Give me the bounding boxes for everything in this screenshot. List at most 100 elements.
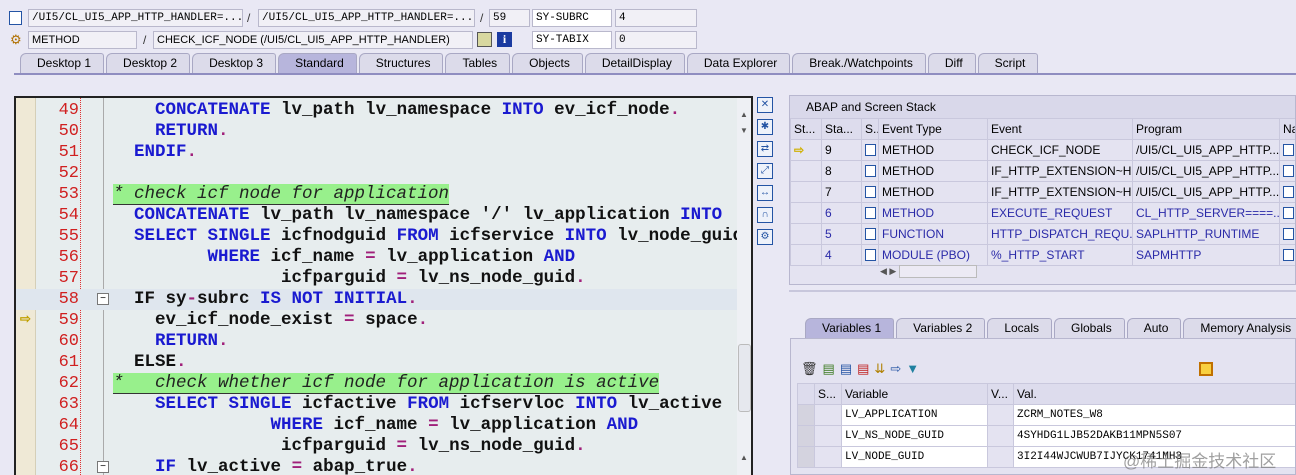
editor-vertical-scrollbar[interactable]: ▲ ▼ ▲ <box>737 98 751 475</box>
delete-row-icon[interactable]: ▤ <box>857 361 874 376</box>
stack-column-header[interactable]: Program <box>1132 118 1280 140</box>
stack-current-cell <box>790 223 822 245</box>
fit-width-icon[interactable]: ↔ <box>757 185 773 201</box>
row-selector[interactable] <box>797 404 815 426</box>
code-line: 53 * check icf node for application <box>16 184 751 205</box>
maximize-icon[interactable]: ⤢ <box>757 163 773 179</box>
sysvar-value-2[interactable]: 0 <box>615 31 697 49</box>
variable-row[interactable]: LV_APPLICATION ZCRM_NOTES_W8 <box>797 404 1295 426</box>
stack-column-header[interactable]: St... <box>790 118 822 140</box>
tab-break-watchpoints[interactable]: Break./Watchpoints <box>792 53 926 73</box>
transfer-icon[interactable]: ⇨ <box>890 361 906 376</box>
swap-icon[interactable]: ⇄ <box>757 141 773 157</box>
stack-row[interactable]: 7 METHOD IF_HTTP_EXTENSION~H.../UI5/CL_UI5… <box>790 181 1295 203</box>
source-doc-icon[interactable] <box>865 228 876 240</box>
tab-locals[interactable]: Locals <box>987 318 1052 338</box>
variable-name-input[interactable]: LV_NS_NODE_GUID <box>841 425 988 447</box>
code-text: ENDIF. <box>113 142 197 163</box>
tab-objects[interactable]: Objects <box>512 53 583 73</box>
source-doc-icon[interactable] <box>865 186 876 198</box>
insert-row-icon[interactable]: ▤ <box>823 361 840 376</box>
navigate-doc-icon[interactable] <box>1283 249 1294 261</box>
tab-structures[interactable]: Structures <box>358 53 444 73</box>
stack-row[interactable]: 8 METHOD IF_HTTP_EXTENSION~H.../UI5/CL_UI5… <box>790 160 1295 182</box>
tab-auto[interactable]: Auto <box>1126 318 1182 338</box>
variable-value[interactable]: ZCRM_NOTES_W8 <box>1013 404 1295 426</box>
sort-icon[interactable]: ⇊ <box>874 361 890 376</box>
tab-detaildisplay[interactable]: DetailDisplay <box>584 53 685 73</box>
stack-column-header[interactable]: Sta... <box>821 118 862 140</box>
source-doc-icon[interactable] <box>865 207 876 219</box>
stack-column-header[interactable]: Event Type <box>878 118 988 140</box>
tab-data-explorer[interactable]: Data Explorer <box>686 53 791 73</box>
tab-tables[interactable]: Tables <box>445 53 511 73</box>
variable-column-header[interactable]: V... <box>987 383 1014 405</box>
source-doc-icon[interactable] <box>865 144 876 156</box>
stack-program: SAPMHTTP <box>1132 244 1280 266</box>
variable-column-header[interactable]: Variable <box>841 383 988 405</box>
tab-standard[interactable]: Standard <box>278 53 357 73</box>
variable-name-input[interactable]: LV_NODE_GUID <box>841 446 988 468</box>
sysvar-name-1[interactable]: SY-SUBRC <box>532 9 612 27</box>
collapse-icon[interactable]: − <box>97 293 109 305</box>
stack-column-header[interactable]: Event <box>987 118 1133 140</box>
code-editor[interactable]: 49 CONCATENATE lv_path lv_namespace INTO… <box>14 96 753 475</box>
tab-desktop-2[interactable]: Desktop 2 <box>106 53 191 73</box>
tab-script[interactable]: Script <box>977 53 1039 73</box>
navigate-doc-icon[interactable] <box>1283 165 1294 177</box>
navigate-icon[interactable] <box>477 32 492 47</box>
sysvar-name-2[interactable]: SY-TABIX <box>532 31 612 49</box>
close-icon[interactable]: ✕ <box>757 97 773 113</box>
scroll-thumb[interactable] <box>738 344 751 412</box>
event-type-field[interactable]: METHOD <box>28 31 137 49</box>
navigate-doc-icon[interactable] <box>1283 186 1294 198</box>
code-line: 51 ENDIF. <box>16 142 751 163</box>
tab-variables-1[interactable]: Variables 1 <box>805 318 895 338</box>
stack-row[interactable]: 5 FUNCTION HTTP_DISPATCH_REQU... SAPLHTTP_R… <box>790 223 1295 245</box>
stack-row[interactable]: 4 MODULE (PBO) %_HTTP_START SAPMHTTP <box>790 244 1295 266</box>
headset-icon[interactable]: ∩ <box>757 207 773 223</box>
settings-icon[interactable]: ⚙ <box>757 229 773 245</box>
delete-icon[interactable]: 🗑 <box>801 361 823 376</box>
source-doc-icon[interactable] <box>865 249 876 261</box>
code-text: icfparguid = lv_ns_node_guid. <box>113 268 586 289</box>
info-icon[interactable]: i <box>497 32 512 47</box>
line-field[interactable]: 59 <box>489 9 530 27</box>
filter-icon[interactable]: ▼ <box>906 361 924 376</box>
variable-column-header[interactable]: S... <box>814 383 842 405</box>
tab-diff[interactable]: Diff <box>927 53 976 73</box>
tab-variables-2[interactable]: Variables 2 <box>896 318 986 338</box>
sysvar-value-1[interactable]: 4 <box>615 9 697 27</box>
event-field[interactable]: CHECK_ICF_NODE (/UI5/CL_UI5_APP_HTTP_HAN… <box>153 31 473 49</box>
append-row-icon[interactable]: ▤ <box>840 361 857 376</box>
tab-desktop-1[interactable]: Desktop 1 <box>20 53 105 73</box>
line-number: 63 <box>58 395 79 414</box>
variable-column-header[interactable]: Val. <box>1013 383 1295 405</box>
stack-column-header[interactable]: S.. <box>861 118 879 140</box>
stack-column-header[interactable]: Na <box>1279 118 1295 140</box>
tab-desktop-3[interactable]: Desktop 3 <box>192 53 277 73</box>
source-doc-icon[interactable] <box>865 165 876 177</box>
navigate-doc-icon[interactable] <box>1283 228 1294 240</box>
include-field[interactable]: /UI5/CL_UI5_APP_HTTP_HANDLER=... <box>258 9 475 27</box>
variable-name-input[interactable]: LV_APPLICATION <box>841 404 988 426</box>
tab-globals[interactable]: Globals <box>1054 318 1125 338</box>
stack-row[interactable]: ⇨ 9 METHOD CHECK_ICF_NODE/UI5/CL_UI5_APP_HT… <box>790 139 1295 161</box>
stack-row[interactable]: 6 METHOD EXECUTE_REQUEST CL_HTTP_SERVER====… <box>790 202 1295 224</box>
collapse-icon[interactable]: − <box>97 461 109 473</box>
new-window-icon[interactable]: ✱ <box>757 119 773 135</box>
keyword: IF <box>155 457 177 475</box>
stack-level: 7 <box>821 181 862 203</box>
stack-horizontal-scrollbar[interactable]: ◀ ▶ <box>880 265 977 278</box>
tab-memory-analysis[interactable]: Memory Analysis <box>1183 318 1296 338</box>
navigate-doc-icon[interactable] <box>1283 144 1294 156</box>
row-selector[interactable] <box>797 446 815 468</box>
program-field[interactable]: /UI5/CL_UI5_APP_HTTP_HANDLER=... <box>28 9 243 27</box>
variable-value[interactable]: 4SYHDG1LJB52DAKB11MPN5S07 <box>1013 425 1295 447</box>
row-selector[interactable] <box>797 425 815 447</box>
variable-row[interactable]: LV_NS_NODE_GUID 4SYHDG1LJB52DAKB11MPN5S07 <box>797 425 1295 447</box>
navigate-doc-icon[interactable] <box>1283 207 1294 219</box>
save-icon[interactable] <box>1199 362 1213 376</box>
